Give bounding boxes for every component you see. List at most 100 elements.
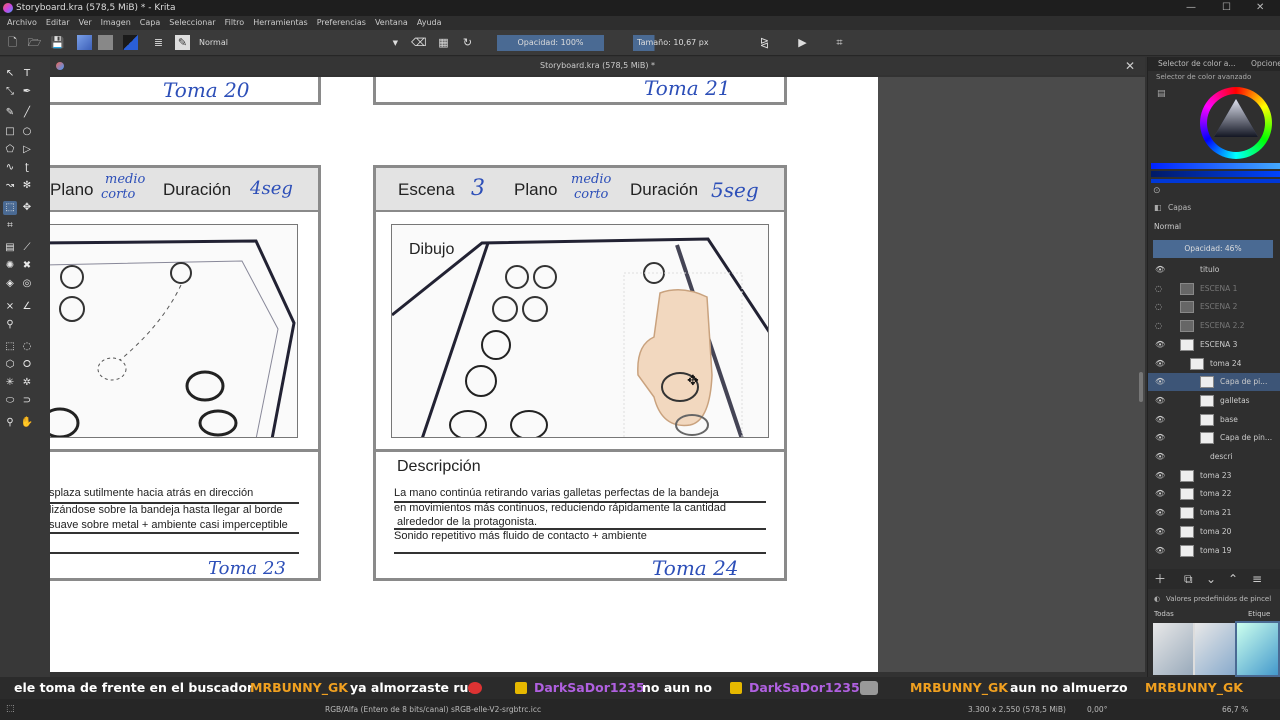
fill-tool-icon[interactable]: ◈: [3, 277, 17, 291]
save-icon[interactable]: 💾: [50, 35, 65, 50]
color-wheel[interactable]: [1200, 87, 1272, 159]
close-document-icon[interactable]: ✕: [1125, 57, 1135, 75]
vertical-scrollbar[interactable]: [1139, 372, 1143, 402]
reload-preset-icon[interactable]: ↻: [460, 35, 475, 50]
ellipse-select-tool-icon[interactable]: ◌: [20, 340, 34, 354]
layer-row[interactable]: 👁 toma 24: [1148, 355, 1280, 373]
contiguous-select-tool-icon[interactable]: ✳: [3, 376, 17, 390]
visibility-eye-icon[interactable]: 👁: [1155, 485, 1165, 503]
menu-imagen[interactable]: Imagen: [101, 16, 131, 30]
menu-preferencias[interactable]: Preferencias: [317, 16, 366, 30]
brush-preset-1[interactable]: [1153, 623, 1193, 675]
polygon-tool-icon[interactable]: ⬠: [3, 143, 17, 157]
layer-row[interactable]: ◌ ESCENA 1: [1148, 280, 1280, 298]
reference-tool-icon[interactable]: ⚲: [3, 318, 17, 332]
layer-row[interactable]: 👁 titulo: [1148, 261, 1280, 279]
layer-row[interactable]: 👁 galletas: [1148, 392, 1280, 410]
move-down-icon[interactable]: ⌄: [1206, 569, 1216, 589]
menu-editar[interactable]: Editar: [46, 16, 70, 30]
gradient-tool-icon[interactable]: ▤: [3, 241, 17, 255]
color-settings-icon[interactable]: ▤: [1157, 89, 1166, 99]
tab-color-selector[interactable]: Selector de color a...: [1158, 57, 1236, 71]
brush-preset-3[interactable]: [1235, 621, 1280, 677]
brush-preset-grid[interactable]: [1153, 621, 1280, 677]
mirror-vertical-icon[interactable]: ▶: [795, 35, 810, 50]
layer-blend-mode[interactable]: Normal: [1154, 222, 1181, 231]
rotation-value[interactable]: 0,00°: [1087, 699, 1107, 720]
brush-settings-icon[interactable]: ≣: [151, 35, 166, 50]
tab-options[interactable]: Opcione: [1251, 57, 1280, 71]
visibility-eye-icon[interactable]: 👁: [1155, 429, 1165, 447]
pan-tool-icon[interactable]: ✋: [20, 416, 34, 430]
measure-tool-icon[interactable]: ∠: [20, 300, 34, 314]
assistant-tool-icon[interactable]: ⨯: [3, 300, 17, 314]
menu-seleccionar[interactable]: Seleccionar: [169, 16, 215, 30]
menu-ventana[interactable]: Ventana: [375, 16, 408, 30]
size-slider[interactable]: Tamaño: 10,67 px: [633, 35, 740, 51]
layer-row[interactable]: 👁 toma 21: [1148, 504, 1280, 522]
visibility-eye-icon[interactable]: 👁: [1155, 504, 1165, 522]
similar-select-tool-icon[interactable]: ✲: [20, 376, 34, 390]
edit-shapes-tool-icon[interactable]: ⤡: [3, 85, 17, 99]
visibility-eye-icon[interactable]: ◌: [1155, 298, 1162, 316]
layer-row[interactable]: ◌ ESCENA 2.2: [1148, 317, 1280, 335]
enclose-fill-tool-icon[interactable]: ◎: [20, 277, 34, 291]
layer-options-icon[interactable]: ≡: [1252, 569, 1262, 589]
colorize-mask-tool-icon[interactable]: ✺: [3, 259, 17, 273]
blend-mode-select[interactable]: Normal ▼: [195, 35, 402, 51]
visibility-eye-icon[interactable]: 👁: [1155, 261, 1165, 279]
crop-tool-icon[interactable]: ⌗: [3, 219, 17, 233]
new-document-icon[interactable]: 🗋: [5, 35, 20, 50]
color-picker-tool-icon[interactable]: ⟋: [20, 241, 34, 255]
bezier-select-tool-icon[interactable]: ⬭: [3, 394, 17, 408]
freehand-select-tool-icon[interactable]: ⭘: [20, 358, 34, 372]
multibrush-tool-icon[interactable]: ✻: [20, 179, 34, 193]
layer-row[interactable]: 👁 Capa de pi...: [1148, 373, 1280, 392]
move-tool-icon[interactable]: ✥: [20, 201, 34, 215]
menu-archivo[interactable]: Archivo: [7, 16, 37, 30]
layer-opacity-slider[interactable]: Opacidad: 46%: [1153, 240, 1273, 258]
storyboard-page[interactable]: Toma 20 Toma 21 Plano medio corto Duraci…: [50, 77, 878, 672]
layer-row[interactable]: 👁 ESCENA 3: [1148, 336, 1280, 354]
smart-patch-tool-icon[interactable]: ✖: [20, 259, 34, 273]
minimize-icon[interactable]: —: [1186, 0, 1196, 16]
calligraphy-tool-icon[interactable]: ✒: [20, 85, 34, 99]
hue-slider[interactable]: [1151, 163, 1280, 169]
dynamic-brush-tool-icon[interactable]: ↝: [3, 179, 17, 193]
text-tool-icon[interactable]: T: [20, 67, 34, 81]
color-history-icon[interactable]: ⊙: [1153, 186, 1161, 196]
visibility-eye-icon[interactable]: 👁: [1155, 392, 1165, 410]
value-slider[interactable]: [1151, 179, 1280, 183]
visibility-eye-icon[interactable]: 👁: [1155, 411, 1165, 429]
visibility-eye-icon[interactable]: 👁: [1155, 355, 1165, 373]
zoom-level[interactable]: 66,7 %: [1222, 699, 1248, 720]
visibility-eye-icon[interactable]: ◌: [1155, 280, 1162, 298]
visibility-eye-icon[interactable]: 👁: [1155, 448, 1165, 466]
polyline-tool-icon[interactable]: ▷: [20, 143, 34, 157]
zoom-tool-icon[interactable]: ⚲: [3, 416, 17, 430]
freehand-path-tool-icon[interactable]: ʈ: [20, 161, 34, 175]
rectangle-tool-icon[interactable]: □: [3, 125, 17, 139]
layer-row[interactable]: 👁 Capa de pin...: [1148, 429, 1280, 447]
brush-filter-select[interactable]: Todas: [1154, 610, 1174, 618]
menu-filtro[interactable]: Filtro: [225, 16, 245, 30]
move-up-icon[interactable]: ⌃: [1228, 569, 1238, 589]
bezier-tool-icon[interactable]: ∿: [3, 161, 17, 175]
layer-row[interactable]: 👁 toma 20: [1148, 523, 1280, 541]
brush-preset-2[interactable]: [1195, 623, 1235, 675]
document-tab[interactable]: Storyboard.kra (578,5 MiB) * ✕: [50, 57, 1145, 75]
canvas-area[interactable]: Toma 20 Toma 21 Plano medio corto Duraci…: [50, 77, 1145, 672]
saturation-slider[interactable]: [1151, 171, 1280, 177]
layer-row[interactable]: 👁 base: [1148, 411, 1280, 429]
maximize-icon[interactable]: ☐: [1222, 0, 1231, 16]
rect-select-tool-icon[interactable]: ⬚: [3, 340, 17, 354]
alpha-lock-icon[interactable]: ▦: [436, 35, 451, 50]
menu-capa[interactable]: Capa: [140, 16, 160, 30]
mirror-horizontal-icon[interactable]: ⧎: [757, 35, 772, 50]
open-folder-icon[interactable]: 🗁: [27, 35, 42, 50]
menu-ayuda[interactable]: Ayuda: [417, 16, 442, 30]
visibility-eye-icon[interactable]: 👁: [1155, 523, 1165, 541]
ellipse-tool-icon[interactable]: ○: [20, 125, 34, 139]
fg-bg-color-icon[interactable]: [123, 35, 138, 50]
layer-row[interactable]: ◌ ESCENA 2: [1148, 298, 1280, 316]
